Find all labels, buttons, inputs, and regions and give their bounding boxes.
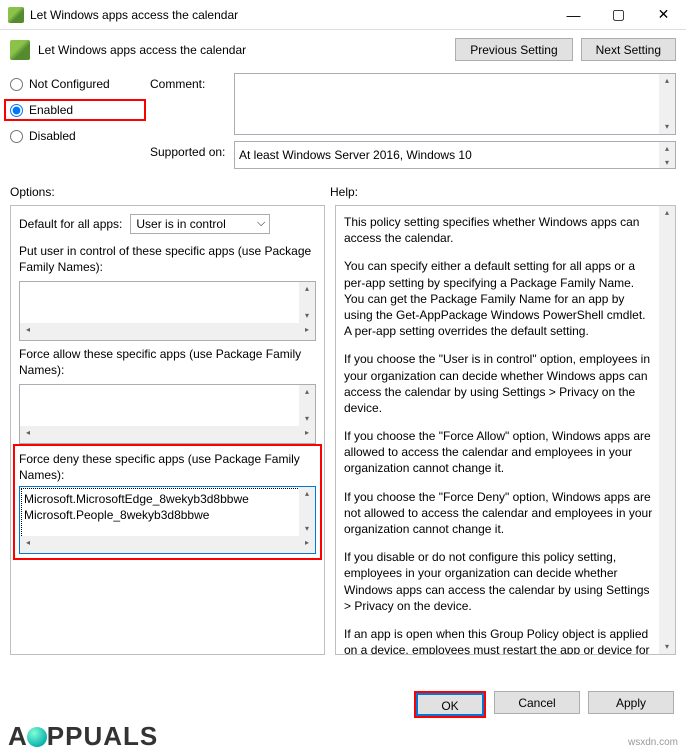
user-control-listbox[interactable]: ▴ ▾ ◂ ▸	[19, 281, 316, 341]
radio-enabled-label: Enabled	[29, 103, 73, 117]
list-item: Microsoft.People_8wekyb3d8bbwe	[24, 507, 297, 523]
watermark-site: wsxdn.com	[628, 737, 678, 748]
scroll-right-icon[interactable]: ▸	[299, 426, 315, 440]
listbox-scrollbar-h[interactable]: ◂ ▸	[20, 323, 315, 340]
dialog-buttons: OK Cancel Apply	[414, 691, 674, 718]
radio-enabled-input[interactable]	[10, 104, 23, 117]
ok-highlight: OK	[414, 691, 486, 718]
scroll-down-icon[interactable]: ▾	[659, 156, 675, 170]
radio-not-configured-label: Not Configured	[29, 77, 110, 91]
help-label: Help:	[330, 185, 358, 199]
help-scrollbar[interactable]: ▴ ▾	[659, 206, 675, 654]
policy-title: Let Windows apps access the calendar	[38, 43, 455, 57]
supported-scrollbar[interactable]: ▴ ▾	[659, 142, 675, 168]
force-deny-listbox[interactable]: Microsoft.MicrosoftEdge_8wekyb3d8bbwe Mi…	[19, 486, 316, 554]
scroll-right-icon[interactable]: ▸	[299, 323, 315, 337]
listbox-scrollbar-v[interactable]: ▴ ▾	[299, 385, 315, 426]
default-for-all-select[interactable]: User is in control	[130, 214, 270, 234]
comment-textarea[interactable]	[234, 73, 676, 135]
minimize-button[interactable]: —	[551, 0, 596, 29]
list-item: Microsoft.MicrosoftEdge_8wekyb3d8bbwe	[24, 491, 297, 507]
maximize-button[interactable]: ▢	[596, 0, 641, 29]
scroll-up-icon[interactable]: ▴	[659, 142, 675, 156]
window-title: Let Windows apps access the calendar	[30, 8, 551, 22]
force-deny-highlight: Force deny these specific apps (use Pack…	[13, 444, 322, 559]
watermark-a: A	[8, 721, 27, 752]
scroll-down-icon[interactable]: ▾	[299, 522, 315, 536]
titlebar: Let Windows apps access the calendar — ▢…	[0, 0, 686, 30]
scroll-up-icon[interactable]: ▴	[299, 282, 315, 296]
force-allow-label: Force allow these specific apps (use Pac…	[19, 347, 316, 378]
supported-on-label: Supported on:	[150, 141, 226, 169]
help-paragraph: If you disable or do not configure this …	[344, 549, 655, 614]
policy-icon	[10, 40, 30, 60]
scroll-up-icon[interactable]: ▴	[659, 206, 675, 220]
radio-disabled-input[interactable]	[10, 130, 23, 143]
scroll-down-icon[interactable]: ▾	[299, 309, 315, 323]
help-paragraph: If you choose the "User is in control" o…	[344, 351, 655, 416]
header-row: Let Windows apps access the calendar Pre…	[0, 30, 686, 69]
comment-scrollbar[interactable]: ▴ ▾	[659, 74, 675, 134]
help-paragraph: You can specify either a default setting…	[344, 258, 655, 339]
options-label: Options:	[10, 185, 330, 199]
help-paragraph: If you choose the "Force Deny" option, W…	[344, 489, 655, 538]
listbox-scrollbar-h[interactable]: ◂ ▸	[20, 536, 315, 553]
help-panel: This policy setting specifies whether Wi…	[335, 205, 676, 655]
previous-setting-button[interactable]: Previous Setting	[455, 38, 572, 61]
scroll-left-icon[interactable]: ◂	[20, 426, 36, 440]
apply-button[interactable]: Apply	[588, 691, 674, 714]
options-panel: Default for all apps: User is in control…	[10, 205, 325, 655]
watermark-circle-icon	[27, 727, 47, 747]
radio-enabled[interactable]: Enabled	[10, 103, 73, 117]
next-setting-button[interactable]: Next Setting	[581, 38, 676, 61]
radio-not-configured[interactable]: Not Configured	[10, 77, 140, 91]
scroll-up-icon[interactable]: ▴	[659, 74, 675, 88]
app-icon	[8, 7, 24, 23]
supported-on-value: At least Windows Server 2016, Windows 10	[234, 141, 676, 169]
watermark-logo: A PPUALS	[8, 721, 158, 752]
force-deny-content: Microsoft.MicrosoftEdge_8wekyb3d8bbwe Mi…	[20, 487, 315, 527]
radio-disabled-label: Disabled	[29, 129, 76, 143]
watermark-text: PPUALS	[47, 721, 158, 752]
scroll-down-icon[interactable]: ▾	[659, 120, 675, 134]
scroll-down-icon[interactable]: ▾	[659, 640, 675, 654]
cancel-button[interactable]: Cancel	[494, 691, 580, 714]
help-paragraph: This policy setting specifies whether Wi…	[344, 214, 655, 246]
comment-label: Comment:	[150, 73, 226, 135]
listbox-scrollbar-v[interactable]: ▴ ▾	[299, 282, 315, 323]
default-for-all-label: Default for all apps:	[19, 217, 122, 231]
help-paragraph: If an app is open when this Group Policy…	[344, 626, 655, 655]
listbox-scrollbar-h[interactable]: ◂ ▸	[20, 426, 315, 443]
listbox-scrollbar-v[interactable]: ▴ ▾	[299, 487, 315, 536]
user-control-label: Put user in control of these specific ap…	[19, 244, 316, 275]
scroll-left-icon[interactable]: ◂	[20, 323, 36, 337]
radio-enabled-highlight: Enabled	[4, 99, 146, 121]
radio-disabled[interactable]: Disabled	[10, 129, 140, 143]
scroll-up-icon[interactable]: ▴	[299, 385, 315, 399]
state-radio-group: Not Configured Enabled Disabled	[10, 77, 140, 143]
force-deny-label: Force deny these specific apps (use Pack…	[19, 452, 316, 483]
close-button[interactable]: ✕	[641, 0, 686, 29]
ok-button[interactable]: OK	[416, 693, 484, 716]
scroll-down-icon[interactable]: ▾	[299, 412, 315, 426]
force-allow-listbox[interactable]: ▴ ▾ ◂ ▸	[19, 384, 316, 444]
radio-not-configured-input[interactable]	[10, 78, 23, 91]
window-controls: — ▢ ✕	[551, 0, 686, 29]
help-paragraph: If you choose the "Force Allow" option, …	[344, 428, 655, 477]
scroll-right-icon[interactable]: ▸	[299, 536, 315, 550]
scroll-left-icon[interactable]: ◂	[20, 536, 36, 550]
scroll-up-icon[interactable]: ▴	[299, 487, 315, 501]
